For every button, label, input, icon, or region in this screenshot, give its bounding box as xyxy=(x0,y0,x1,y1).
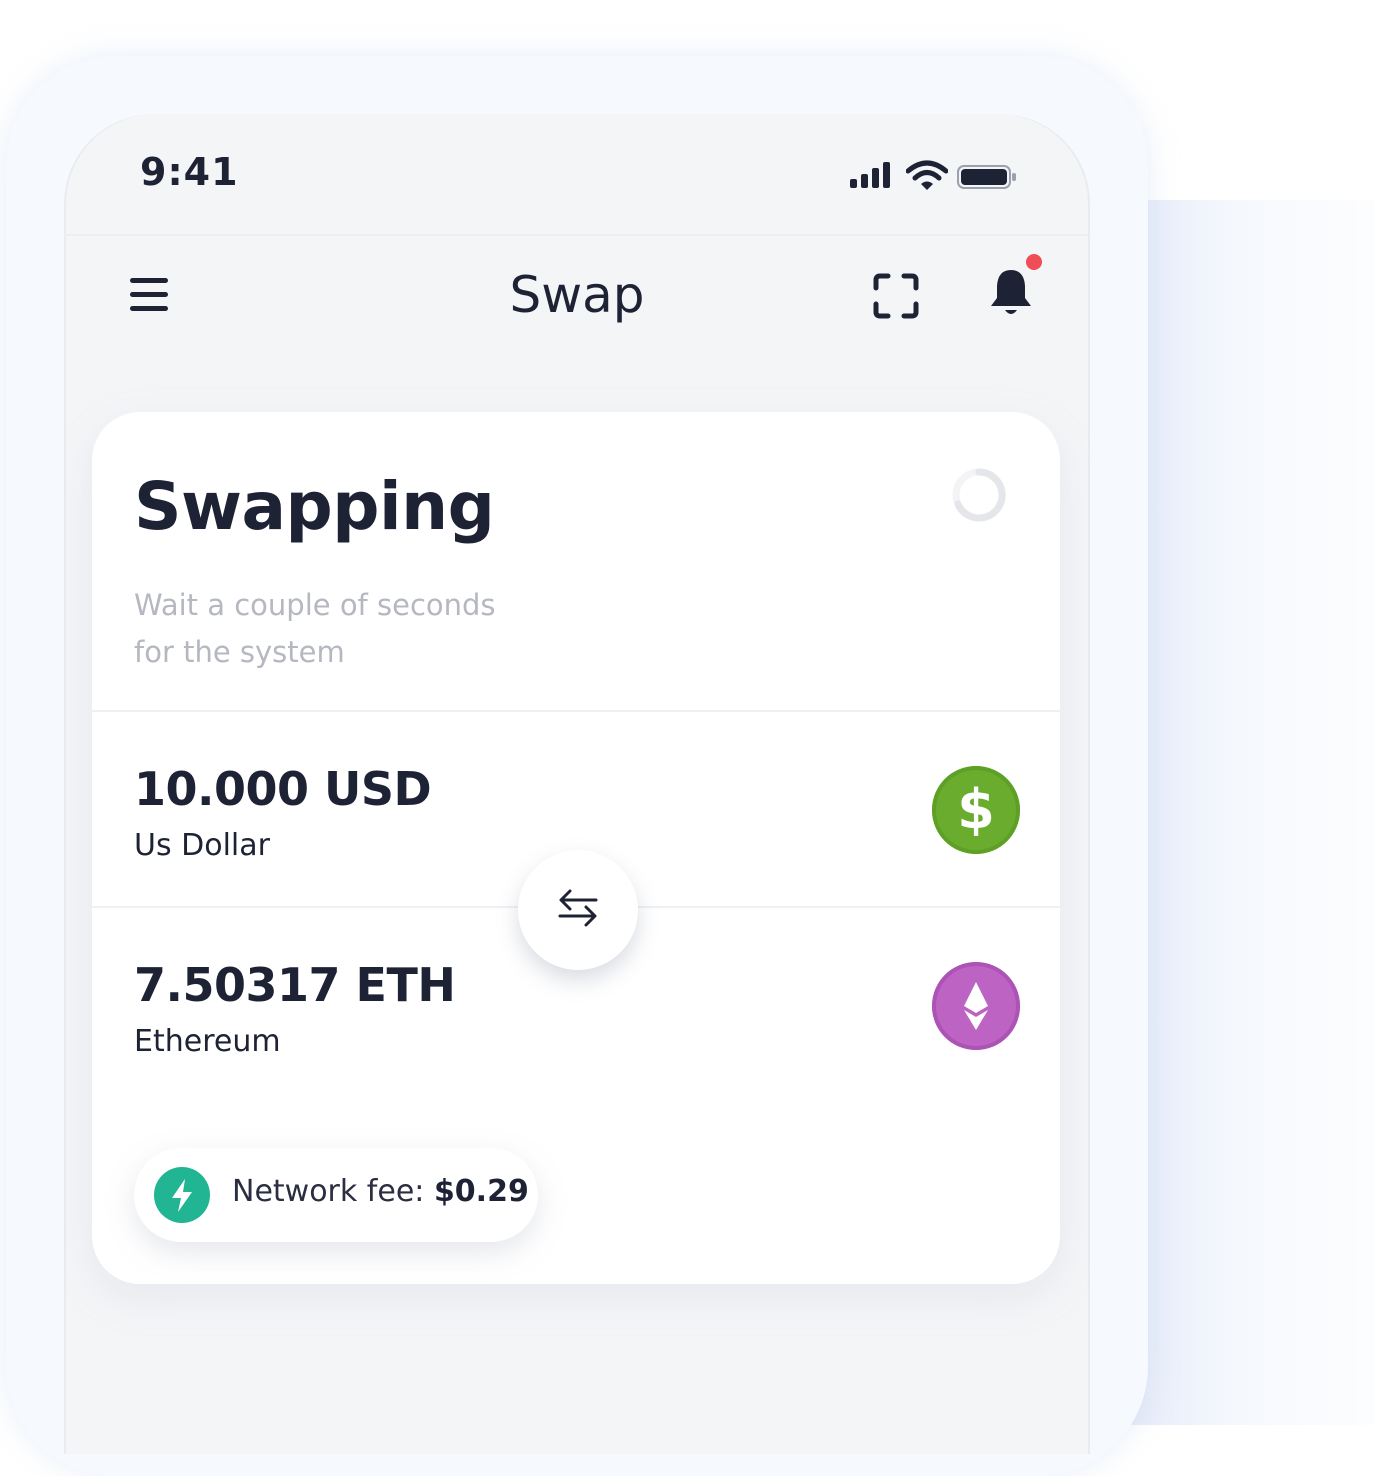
ethereum-coin-icon xyxy=(932,962,1020,1050)
scan-icon[interactable] xyxy=(872,272,920,320)
from-amount: 10.000 USD xyxy=(134,762,432,816)
network-fee-badge: Network fee: $0.29 xyxy=(134,1148,538,1242)
cellular-signal-icon xyxy=(850,162,894,188)
loading-spinner-icon xyxy=(952,468,1006,522)
swap-direction-button[interactable] xyxy=(518,850,638,970)
phone-screen: 9:41 Swap Swapping Wait a couple of seco… xyxy=(64,114,1090,1454)
subtitle-line-1: Wait a couple of seconds xyxy=(134,588,496,622)
network-fee-label: Network fee: xyxy=(232,1174,425,1209)
to-amount: 7.50317 ETH xyxy=(134,958,456,1012)
card-divider xyxy=(92,710,1060,712)
subtitle-line-2: for the system xyxy=(134,635,345,669)
swapping-title: Swapping xyxy=(134,468,495,545)
dollar-coin-icon: $ xyxy=(932,766,1020,854)
swap-arrows-icon xyxy=(558,889,598,927)
lightning-icon xyxy=(154,1167,210,1223)
bell-icon[interactable] xyxy=(986,266,1036,320)
battery-icon xyxy=(957,165,1016,189)
from-currency-name: Us Dollar xyxy=(134,828,270,863)
page-title: Swap xyxy=(509,266,645,324)
status-time: 9:41 xyxy=(140,150,239,194)
background-glow xyxy=(1120,200,1374,1425)
to-currency-name: Ethereum xyxy=(134,1024,281,1059)
header-divider xyxy=(64,234,1090,236)
network-fee-text: Network fee: $0.29 xyxy=(232,1174,529,1209)
svg-text:$: $ xyxy=(957,778,995,841)
swap-status-card: Swapping Wait a couple of seconds for th… xyxy=(92,412,1060,1284)
network-fee-value: $0.29 xyxy=(433,1174,529,1209)
swapping-subtitle: Wait a couple of seconds for the system xyxy=(134,582,594,676)
wifi-icon xyxy=(906,160,948,190)
notification-dot xyxy=(1026,254,1042,270)
